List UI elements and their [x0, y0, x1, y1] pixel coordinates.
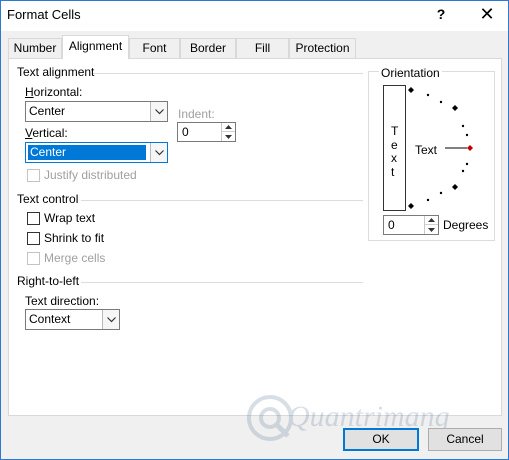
right-to-left-heading: Right-to-left	[17, 274, 80, 288]
text-direction-select[interactable]: Context	[25, 309, 120, 330]
dialog-title: Format Cells	[7, 7, 81, 22]
horizontal-label: Horizontal:	[25, 85, 83, 99]
ok-button[interactable]: OK	[343, 428, 419, 451]
section-divider	[81, 200, 363, 201]
shrink-to-fit-checkbox[interactable]	[27, 232, 40, 245]
degrees-spinner[interactable]: 0	[383, 215, 439, 235]
vertical-text-letter: T	[391, 124, 399, 138]
tab-protection[interactable]: Protection	[289, 38, 356, 58]
spin-up-icon[interactable]	[425, 216, 438, 225]
close-button[interactable]: ✕	[479, 4, 495, 25]
angle-indicator	[467, 145, 473, 151]
text-direction-value: Context	[29, 312, 71, 326]
horizontal-value: Center	[29, 104, 66, 118]
indent-label: Indent:	[178, 107, 215, 121]
spin-down-icon[interactable]	[425, 225, 438, 234]
help-button[interactable]: ?	[435, 6, 447, 22]
tab-font[interactable]: Font	[129, 38, 180, 58]
vertical-select[interactable]: Center	[25, 142, 168, 163]
horizontal-select[interactable]: Center	[25, 101, 168, 122]
wrap-text-label: Wrap text	[44, 211, 96, 225]
merge-cells-label: Merge cells	[44, 251, 106, 265]
tab-number[interactable]: Number	[8, 38, 62, 58]
degrees-value: 0	[388, 218, 395, 232]
vertical-text-letter: t	[391, 165, 395, 179]
orientation-dial-text: Text	[415, 143, 438, 157]
watermark-logo	[247, 395, 293, 441]
text-direction-label: Text direction:	[25, 294, 100, 308]
vertical-text-toggle[interactable]: T e x t	[383, 85, 406, 211]
vertical-text-letter: x	[391, 151, 397, 165]
indent-value: 0	[182, 125, 189, 139]
wrap-text-checkbox[interactable]	[27, 212, 40, 225]
tab-fill[interactable]: Fill	[236, 38, 289, 58]
spin-down-icon[interactable]	[222, 132, 235, 141]
merge-cells-checkbox[interactable]	[27, 252, 40, 265]
vertical-text-letter: e	[391, 138, 398, 152]
cancel-button[interactable]: Cancel	[428, 428, 502, 451]
title-bar: Format Cells ? ✕	[1, 1, 508, 31]
orientation-dial[interactable]: Text	[408, 85, 476, 211]
spin-up-icon[interactable]	[222, 123, 235, 132]
indent-spinner[interactable]: 0	[177, 122, 236, 142]
text-alignment-heading: Text alignment	[17, 65, 95, 79]
orientation-heading: Orientation	[379, 66, 442, 80]
tab-alignment[interactable]: Alignment	[62, 35, 129, 59]
section-divider	[93, 73, 363, 74]
vertical-value: Center	[27, 144, 147, 161]
chevron-down-icon[interactable]	[102, 310, 119, 329]
justify-distributed-checkbox[interactable]	[27, 169, 40, 182]
vertical-label: Vertical:	[25, 126, 68, 140]
text-control-heading: Text control	[17, 192, 79, 206]
justify-distributed-label: Justify distributed	[44, 168, 137, 182]
tab-border[interactable]: Border	[180, 38, 236, 58]
format-cells-dialog: Format Cells ? ✕ Number Alignment Font B…	[0, 0, 509, 460]
section-divider	[81, 282, 363, 283]
chevron-down-icon[interactable]	[150, 102, 167, 121]
degrees-label: Degrees	[443, 218, 489, 232]
chevron-down-icon[interactable]	[150, 143, 167, 162]
shrink-to-fit-label: Shrink to fit	[44, 231, 105, 245]
